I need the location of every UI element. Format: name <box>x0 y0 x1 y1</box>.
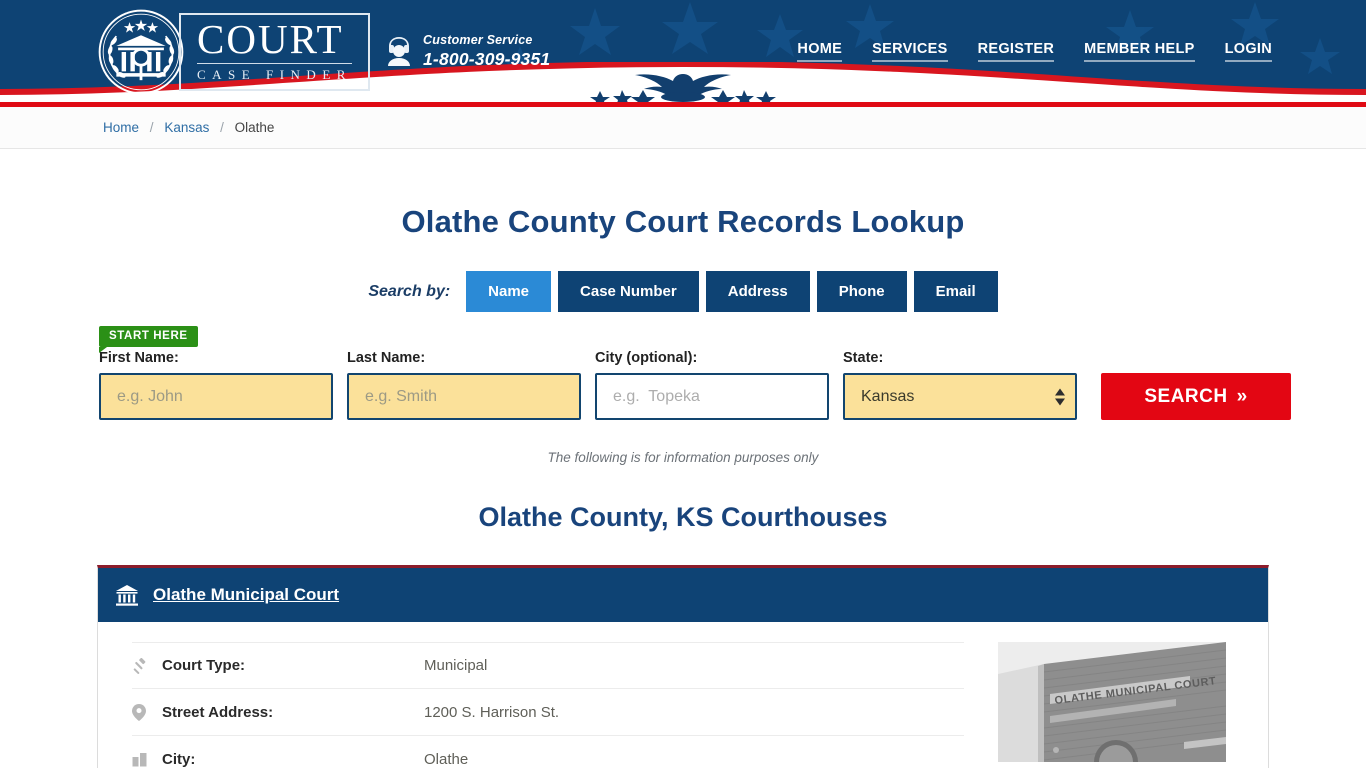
breadcrumb: Home / Kansas / Olathe <box>103 120 274 135</box>
breadcrumb-separator: / <box>149 120 154 135</box>
detail-label-court-type: Court Type: <box>162 657 246 674</box>
search-type-tabs: Name Case Number Address Phone Email <box>466 271 998 312</box>
courthouse-photo: OLATHE MUNICIPAL COURT <box>998 642 1226 762</box>
last-name-input[interactable] <box>347 373 581 420</box>
courthouse-card-body: Court Type: Municipal Street Address: 12… <box>98 622 1268 768</box>
breadcrumb-item-olathe: Olathe <box>234 120 275 135</box>
nav-item-member-help[interactable]: MEMBER HELP <box>1084 41 1195 62</box>
search-by-label: Search by: <box>368 282 451 300</box>
state-field-group: State: Kansas <box>843 350 1077 420</box>
detail-row-city: City: Olathe <box>132 736 964 768</box>
state-select[interactable]: Kansas <box>843 373 1077 420</box>
courthouse-building-photo: OLATHE MUNICIPAL COURT <box>998 642 1226 762</box>
customer-service-phone[interactable]: 1-800-309-9351 <box>423 49 550 70</box>
courthouse-details-list: Court Type: Municipal Street Address: 12… <box>98 642 998 768</box>
logo-subtitle: CASE FINDER <box>197 63 352 83</box>
last-name-field-group: Last Name: <box>347 350 581 420</box>
page-title: Olathe County Court Records Lookup <box>401 204 965 239</box>
breadcrumb-bar: Home / Kansas / Olathe <box>0 107 1366 149</box>
headset-support-icon <box>388 37 410 67</box>
first-name-input[interactable] <box>99 373 333 420</box>
courthouse-seal-icon <box>98 9 184 95</box>
detail-value-court-type: Municipal <box>424 657 488 674</box>
search-button-label: SEARCH <box>1144 385 1228 407</box>
site-header: COURT CASE FINDER Customer Service 1-800… <box>0 0 1366 102</box>
courthouse-card-header: Olathe Municipal Court <box>98 568 1268 622</box>
city-field-group: City (optional): <box>595 350 829 420</box>
court-search-form: First Name: Last Name: City (optional): … <box>99 350 1291 420</box>
main-navigation: HOME SERVICES REGISTER MEMBER HELP LOGIN <box>797 41 1272 62</box>
tab-email[interactable]: Email <box>913 271 998 312</box>
city-icon <box>132 752 162 767</box>
breadcrumb-item-home[interactable]: Home <box>103 120 139 135</box>
courthouse-name-link[interactable]: Olathe Municipal Court <box>153 585 339 605</box>
city-label: City (optional): <box>595 350 698 366</box>
double-chevron-right-icon: » <box>1236 385 1248 407</box>
map-pin-icon <box>132 703 162 721</box>
gavel-icon <box>132 657 162 674</box>
detail-label-city: City: <box>162 750 196 768</box>
detail-value-city: Olathe <box>424 750 469 768</box>
first-name-field-group: First Name: <box>99 350 333 420</box>
detail-row-court-type: Court Type: Municipal <box>132 642 964 689</box>
nav-item-home[interactable]: HOME <box>797 41 843 62</box>
header-red-divider <box>0 102 1366 107</box>
courthouse-bank-icon <box>116 585 138 606</box>
info-note: The following is for information purpose… <box>547 450 819 465</box>
nav-item-services[interactable]: SERVICES <box>872 41 948 62</box>
main-content: Olathe County Court Records Lookup Searc… <box>0 204 1366 768</box>
tab-address[interactable]: Address <box>705 271 810 312</box>
nav-item-register[interactable]: REGISTER <box>977 41 1055 62</box>
search-button[interactable]: SEARCH » <box>1101 373 1291 420</box>
customer-service-block: Customer Service 1-800-309-9351 <box>384 33 550 70</box>
tab-case-number[interactable]: Case Number <box>558 271 699 312</box>
nav-item-login[interactable]: LOGIN <box>1224 41 1272 62</box>
section-title: Olathe County, KS Courthouses <box>478 502 888 532</box>
detail-value-street-address: 1200 S. Harrison St. <box>424 703 560 721</box>
start-here-badge: START HERE <box>99 326 198 353</box>
city-input[interactable] <box>595 373 829 420</box>
logo-wordmark: COURT CASE FINDER <box>179 13 370 91</box>
search-by-row: Search by: Name Case Number Address Phon… <box>0 271 1366 312</box>
search-form-zone: START HERE First Name: Last Name: City (… <box>0 320 1366 430</box>
state-label: State: <box>843 350 884 366</box>
breadcrumb-item-kansas[interactable]: Kansas <box>164 120 209 135</box>
site-logo[interactable]: COURT CASE FINDER <box>97 8 370 96</box>
detail-label-street-address: Street Address: <box>162 703 274 721</box>
last-name-label: Last Name: <box>347 350 426 366</box>
tab-phone[interactable]: Phone <box>816 271 907 312</box>
first-name-label: First Name: <box>99 350 179 366</box>
customer-service-label: Customer Service <box>423 33 533 47</box>
state-select-wrap: Kansas <box>843 373 1077 420</box>
breadcrumb-separator: / <box>220 120 224 135</box>
logo-title: COURT <box>197 16 344 62</box>
courthouse-card: Olathe Municipal Court Court Type: Munic… <box>97 565 1269 768</box>
tab-name[interactable]: Name <box>466 271 552 312</box>
detail-row-street-address: Street Address: 1200 S. Harrison St. <box>132 689 964 736</box>
